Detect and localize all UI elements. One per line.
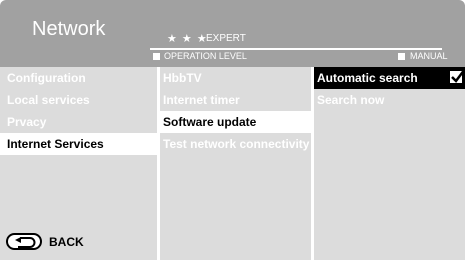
operation-level-marker — [153, 53, 160, 60]
page-title: Network — [32, 18, 106, 40]
menu-item-local-services[interactable]: Local services — [0, 89, 157, 111]
back-button-icon — [6, 233, 42, 250]
checkbox-checked-icon[interactable] — [449, 68, 465, 84]
level-name: EXPERT — [206, 33, 246, 44]
menu-item-software-update[interactable]: Software update — [160, 111, 311, 133]
operation-level-bar — [150, 48, 442, 50]
manual-marker — [398, 53, 405, 60]
operation-level-label: OPERATION LEVEL — [164, 51, 247, 61]
menu-header: Network ★ ★ ★ EXPERT OPERATION LEVEL MAN… — [0, 0, 465, 67]
menu-column-right: Automatic search Search now — [314, 67, 465, 260]
menu-item-internet-services[interactable]: Internet Services — [0, 133, 157, 155]
menu-item-test-network-connectivity[interactable]: Test network connectivity — [160, 133, 311, 155]
menu-item-configuration[interactable]: Configuration — [0, 67, 157, 89]
menu-column-left: Configuration Local services Prvacy Inte… — [0, 67, 157, 260]
menu-item-hbbtv[interactable]: HbbTV — [160, 67, 311, 89]
network-menu-screen: Network ★ ★ ★ EXPERT OPERATION LEVEL MAN… — [0, 0, 465, 260]
menu-item-automatic-search[interactable]: Automatic search — [314, 67, 465, 89]
menu-column-middle: HbbTV Internet timer Software update Tes… — [160, 67, 311, 260]
manual-label[interactable]: MANUAL — [410, 51, 448, 61]
menu-item-privacy[interactable]: Prvacy — [0, 111, 157, 133]
menu-item-internet-timer[interactable]: Internet timer — [160, 89, 311, 111]
menu-item-label: Automatic search — [317, 71, 418, 85]
level-stars: ★ ★ ★ — [167, 33, 208, 45]
back-label: BACK — [49, 235, 84, 249]
menu-item-search-now[interactable]: Search now — [314, 89, 465, 111]
